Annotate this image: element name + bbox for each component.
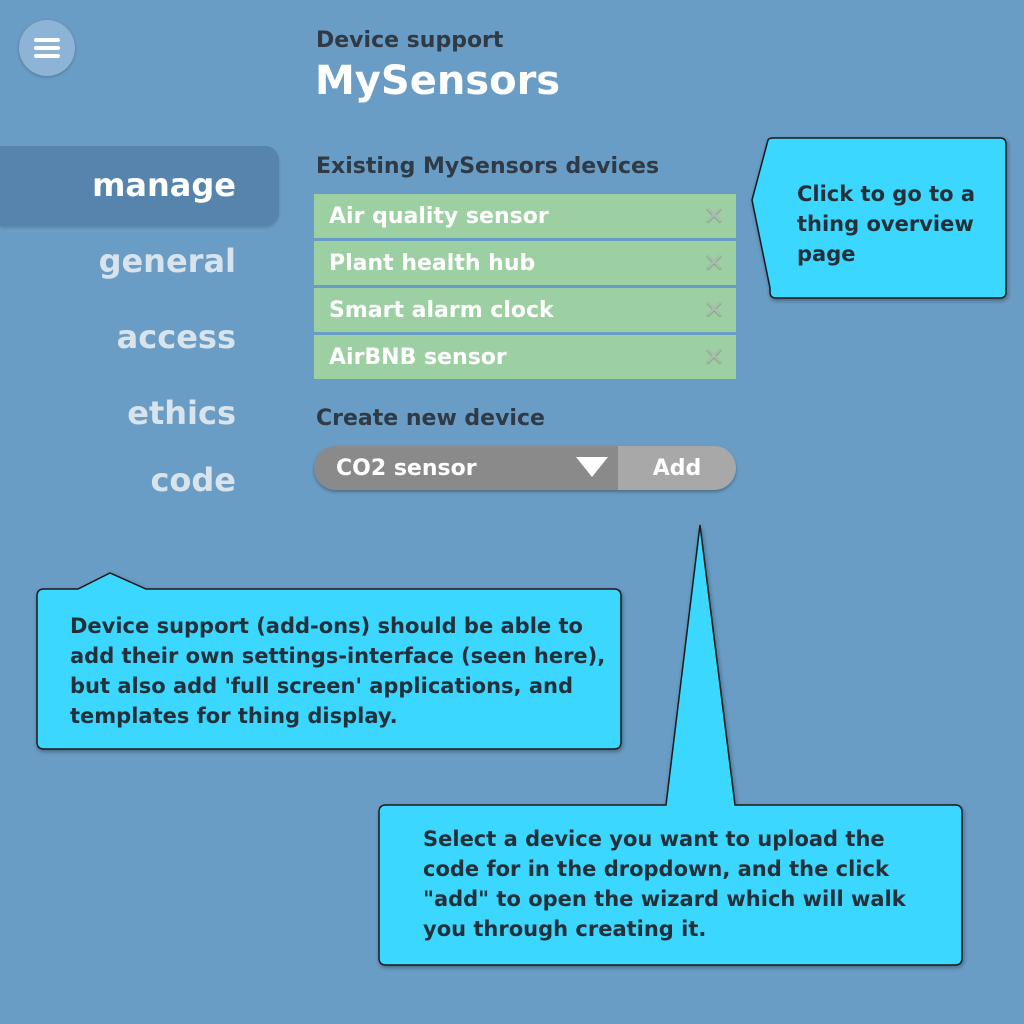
callout-wizard-text: Select a device you want to upload the c… [423, 827, 906, 941]
